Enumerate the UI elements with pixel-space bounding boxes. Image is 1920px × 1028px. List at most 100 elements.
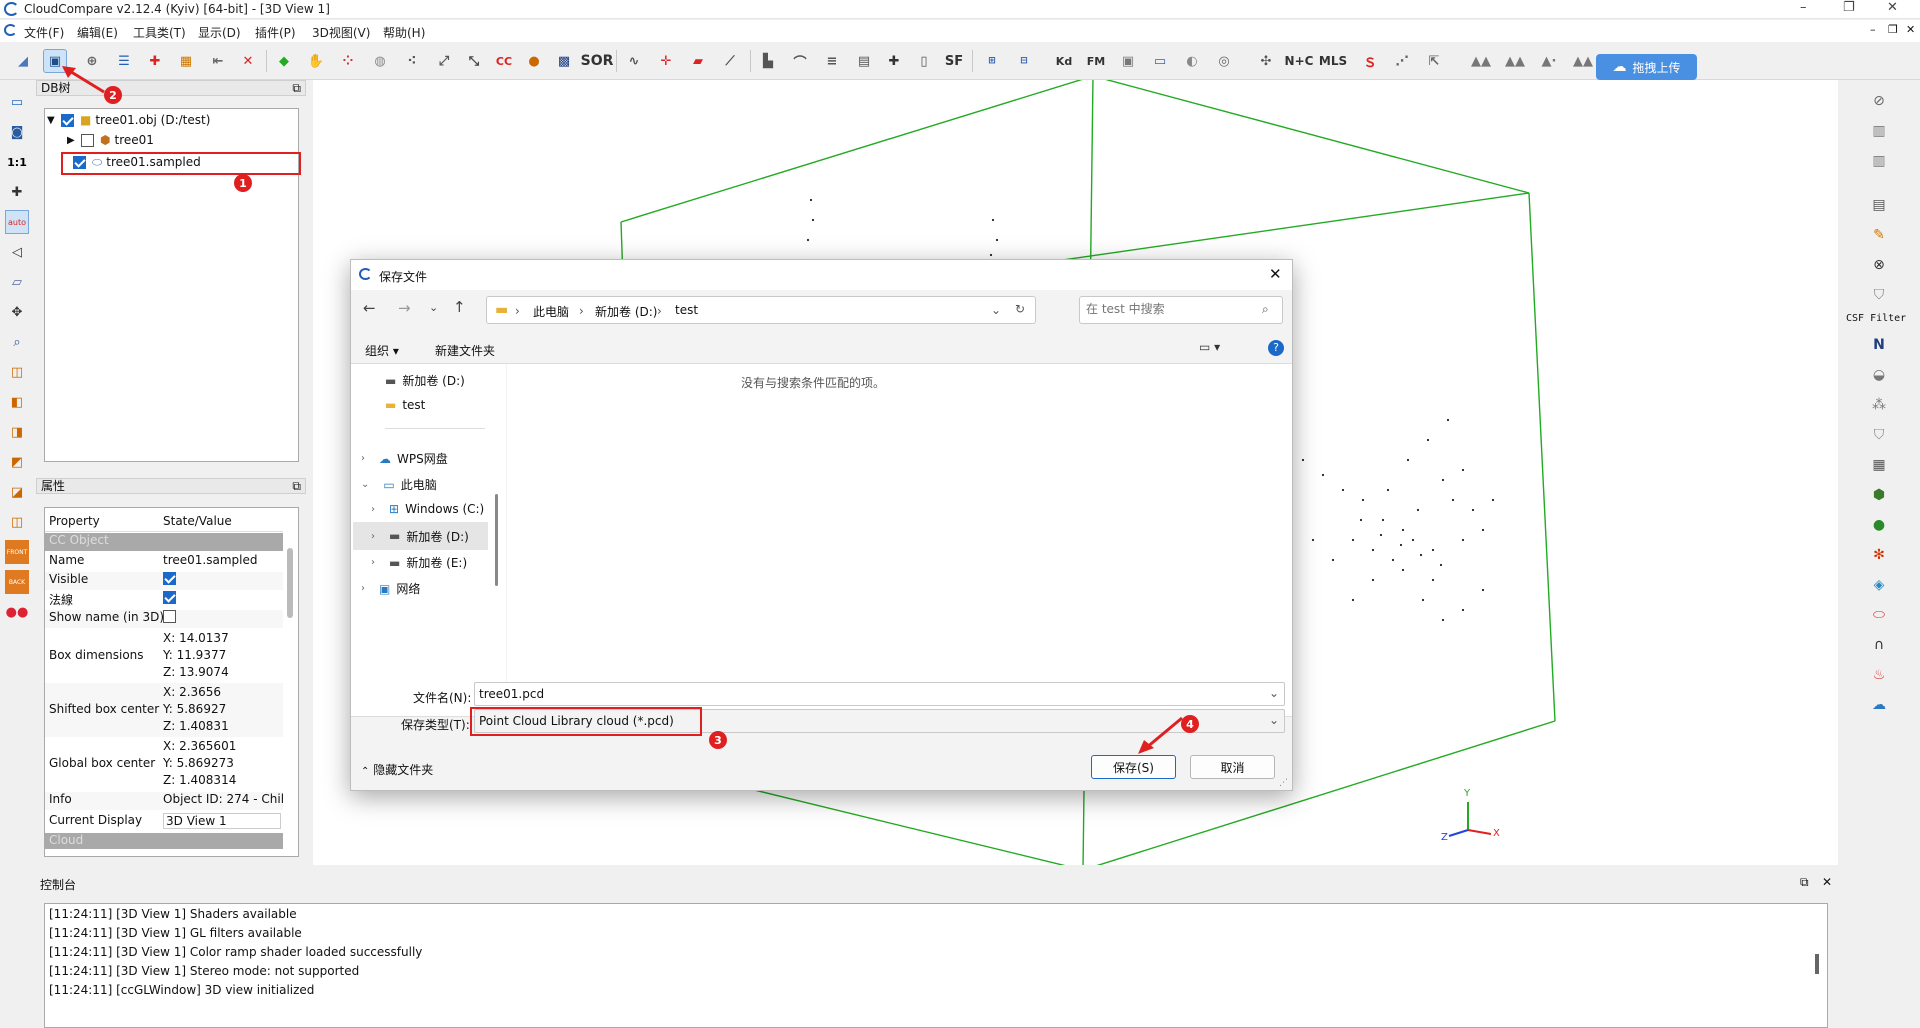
canupo-classify-icon[interactable]: ⊟	[1012, 49, 1036, 73]
checkbox[interactable]	[81, 133, 94, 147]
iso-front-button[interactable]: FRONT	[5, 540, 29, 564]
expand-icon[interactable]: ›	[371, 557, 375, 568]
minmax-icon[interactable]: ≡	[820, 49, 844, 73]
crosshair-icon[interactable]: ✛	[654, 49, 678, 73]
monitor-icon[interactable]: ▭	[1148, 49, 1172, 73]
camera-icon[interactable]: ◙	[5, 120, 29, 144]
gear-cluster-icon[interactable]: ✻	[1866, 542, 1892, 568]
ransac-icon[interactable]: ⬢	[1866, 482, 1892, 508]
stats-icon[interactable]: ⋰	[1390, 49, 1414, 73]
list-icon[interactable]: ☰	[112, 49, 136, 73]
menu-display[interactable]: 显示(D)	[198, 24, 241, 41]
address-bar[interactable]: ▬ › 此电脑 › 新加卷 (D:) › test ⌄ ↻	[486, 296, 1036, 324]
curve-icon[interactable]: ⌒	[788, 49, 812, 73]
zoom-icon[interactable]: ⌕	[5, 330, 29, 354]
nav-item-drive-c[interactable]: › ⊞ Windows (C:)	[371, 502, 484, 516]
profile-icon-2[interactable]: ▲▲	[1500, 49, 1530, 73]
search-box[interactable]: ⌕	[1079, 296, 1283, 324]
view-back-icon[interactable]: ◩	[5, 450, 29, 474]
s-curve-icon[interactable]: Ｓ	[1358, 49, 1382, 73]
undock-icon[interactable]: ⧉	[1800, 875, 1809, 890]
cdl-icon[interactable]: ▥	[1866, 118, 1892, 144]
sample-icon[interactable]: ◆	[272, 49, 296, 73]
tree-item-obj[interactable]: ▼ ■ tree01.obj (D:/test)	[47, 111, 210, 129]
compass-icon[interactable]: ⊗	[1866, 252, 1892, 278]
translate-icon[interactable]: ✚	[143, 49, 167, 73]
mdi-minimize-icon[interactable]: –	[1870, 23, 1876, 36]
console-scrollbar[interactable]	[1815, 954, 1819, 974]
nav-item-drive-d-selected[interactable]: › ▬ 新加卷 (D:)	[353, 522, 488, 550]
collapse-icon[interactable]: ⌄	[361, 479, 369, 490]
nav-item-network[interactable]: › ▣ 网络	[361, 580, 420, 597]
show-name-checkbox[interactable]	[163, 610, 176, 623]
menu-help[interactable]: 帮助(H)	[383, 24, 425, 41]
view-bottom-icon[interactable]: ◫	[5, 510, 29, 534]
auto-pivot-button[interactable]: auto	[5, 210, 29, 234]
view-right-icon[interactable]: ◪	[5, 480, 29, 504]
open-icon[interactable]: ◢	[11, 49, 35, 73]
mdi-restore-icon[interactable]: ❐	[1888, 23, 1898, 36]
pan-icon[interactable]: ✥	[5, 300, 29, 324]
dropdown-chevron-icon[interactable]: ⌄	[991, 303, 1001, 317]
cc-icon[interactable]: CC	[492, 49, 516, 73]
profile-icon-4[interactable]: ▲▲	[1568, 49, 1598, 73]
nav-item-test[interactable]: ▬ test	[385, 398, 425, 412]
expand-icon[interactable]: ▶	[67, 135, 81, 146]
pcv-icon[interactable]: ▦	[1866, 452, 1892, 478]
expand-icon[interactable]: ›	[371, 531, 375, 542]
nav-item-pc[interactable]: ⌄ ▭ 此电脑	[361, 476, 437, 493]
wave-icon[interactable]: ∿	[622, 49, 646, 73]
mdi-close-icon[interactable]: ✕	[1906, 23, 1915, 36]
close-panel-icon[interactable]: ✕	[1822, 875, 1832, 889]
collapse-icon[interactable]: ▼	[47, 115, 61, 126]
mls-button[interactable]: MLS	[1318, 49, 1348, 73]
display-select[interactable]: 3D View 1	[163, 813, 281, 829]
brush-icon[interactable]: ✎	[1866, 222, 1892, 248]
stm-icon[interactable]: ▥	[1866, 148, 1892, 174]
up-icon[interactable]: ↑	[453, 298, 466, 316]
sf-button[interactable]: SF	[942, 49, 966, 73]
breadcrumb-drive[interactable]: 新加卷 (D:)	[595, 303, 657, 320]
fullscreen-icon[interactable]: ▭	[5, 90, 29, 114]
normals-n-button[interactable]: N	[1866, 332, 1892, 358]
dropdown-chevron-icon[interactable]: ⌄	[1269, 713, 1279, 727]
maximize-icon[interactable]: ❐	[1843, 0, 1855, 15]
plane-icon[interactable]: ▰	[686, 49, 710, 73]
file-list[interactable]: 没有与搜索条件匹配的项。	[507, 364, 1292, 716]
profile-icon-3[interactable]: ▲·	[1534, 49, 1564, 73]
ntc-button[interactable]: N+C	[1284, 49, 1314, 73]
view-left-icon[interactable]: ◨	[5, 420, 29, 444]
fire-icon[interactable]: ♨	[1866, 662, 1892, 688]
sor-button[interactable]: SOR	[581, 49, 614, 73]
sphere-icon[interactable]: ◐	[1180, 49, 1204, 73]
expand-icon[interactable]: ›	[361, 453, 365, 464]
dots-icon[interactable]: ⁘	[336, 49, 360, 73]
split-icon[interactable]: ⟋	[718, 49, 742, 73]
breadcrumb-pc[interactable]: 此电脑	[533, 303, 569, 320]
expand-icon[interactable]: ›	[371, 504, 375, 515]
shield-icon[interactable]: ⛉	[1866, 282, 1892, 308]
subsample-icon[interactable]: ◍	[368, 49, 392, 73]
cancel-button[interactable]: 取消	[1190, 755, 1275, 779]
doc-icon[interactable]: ▯	[912, 49, 936, 73]
props-scrollbar[interactable]	[287, 548, 293, 618]
color-icon[interactable]: ▦	[174, 49, 198, 73]
rgb-icon[interactable]: ●	[1866, 512, 1892, 538]
visible-checkbox[interactable]	[163, 572, 176, 585]
hand-icon[interactable]: ✋	[304, 49, 328, 73]
bunny-icon[interactable]: ●	[522, 49, 546, 73]
scale-icon[interactable]: ⤡	[462, 49, 486, 73]
search-input[interactable]	[1086, 302, 1246, 316]
m3c2-icon[interactable]: ⁂	[1866, 392, 1892, 418]
calc-icon[interactable]: ▤	[852, 49, 876, 73]
menu-plugins[interactable]: 插件(P)	[255, 24, 296, 41]
undock-icon[interactable]: ⧉	[292, 479, 301, 493]
forward-icon[interactable]: →	[398, 299, 411, 317]
nav-scrollbar[interactable]	[495, 494, 498, 586]
nav-item-drive-e[interactable]: › ▬ 新加卷 (E:)	[371, 554, 467, 571]
back-icon[interactable]: ←	[363, 299, 376, 317]
puzzle-icon[interactable]: ✣	[1254, 49, 1278, 73]
search-icon[interactable]: ⌕	[1262, 302, 1269, 317]
perspective-icon[interactable]: ▱	[5, 270, 29, 294]
filename-input[interactable]: tree01.pcd ⌄	[474, 682, 1285, 706]
